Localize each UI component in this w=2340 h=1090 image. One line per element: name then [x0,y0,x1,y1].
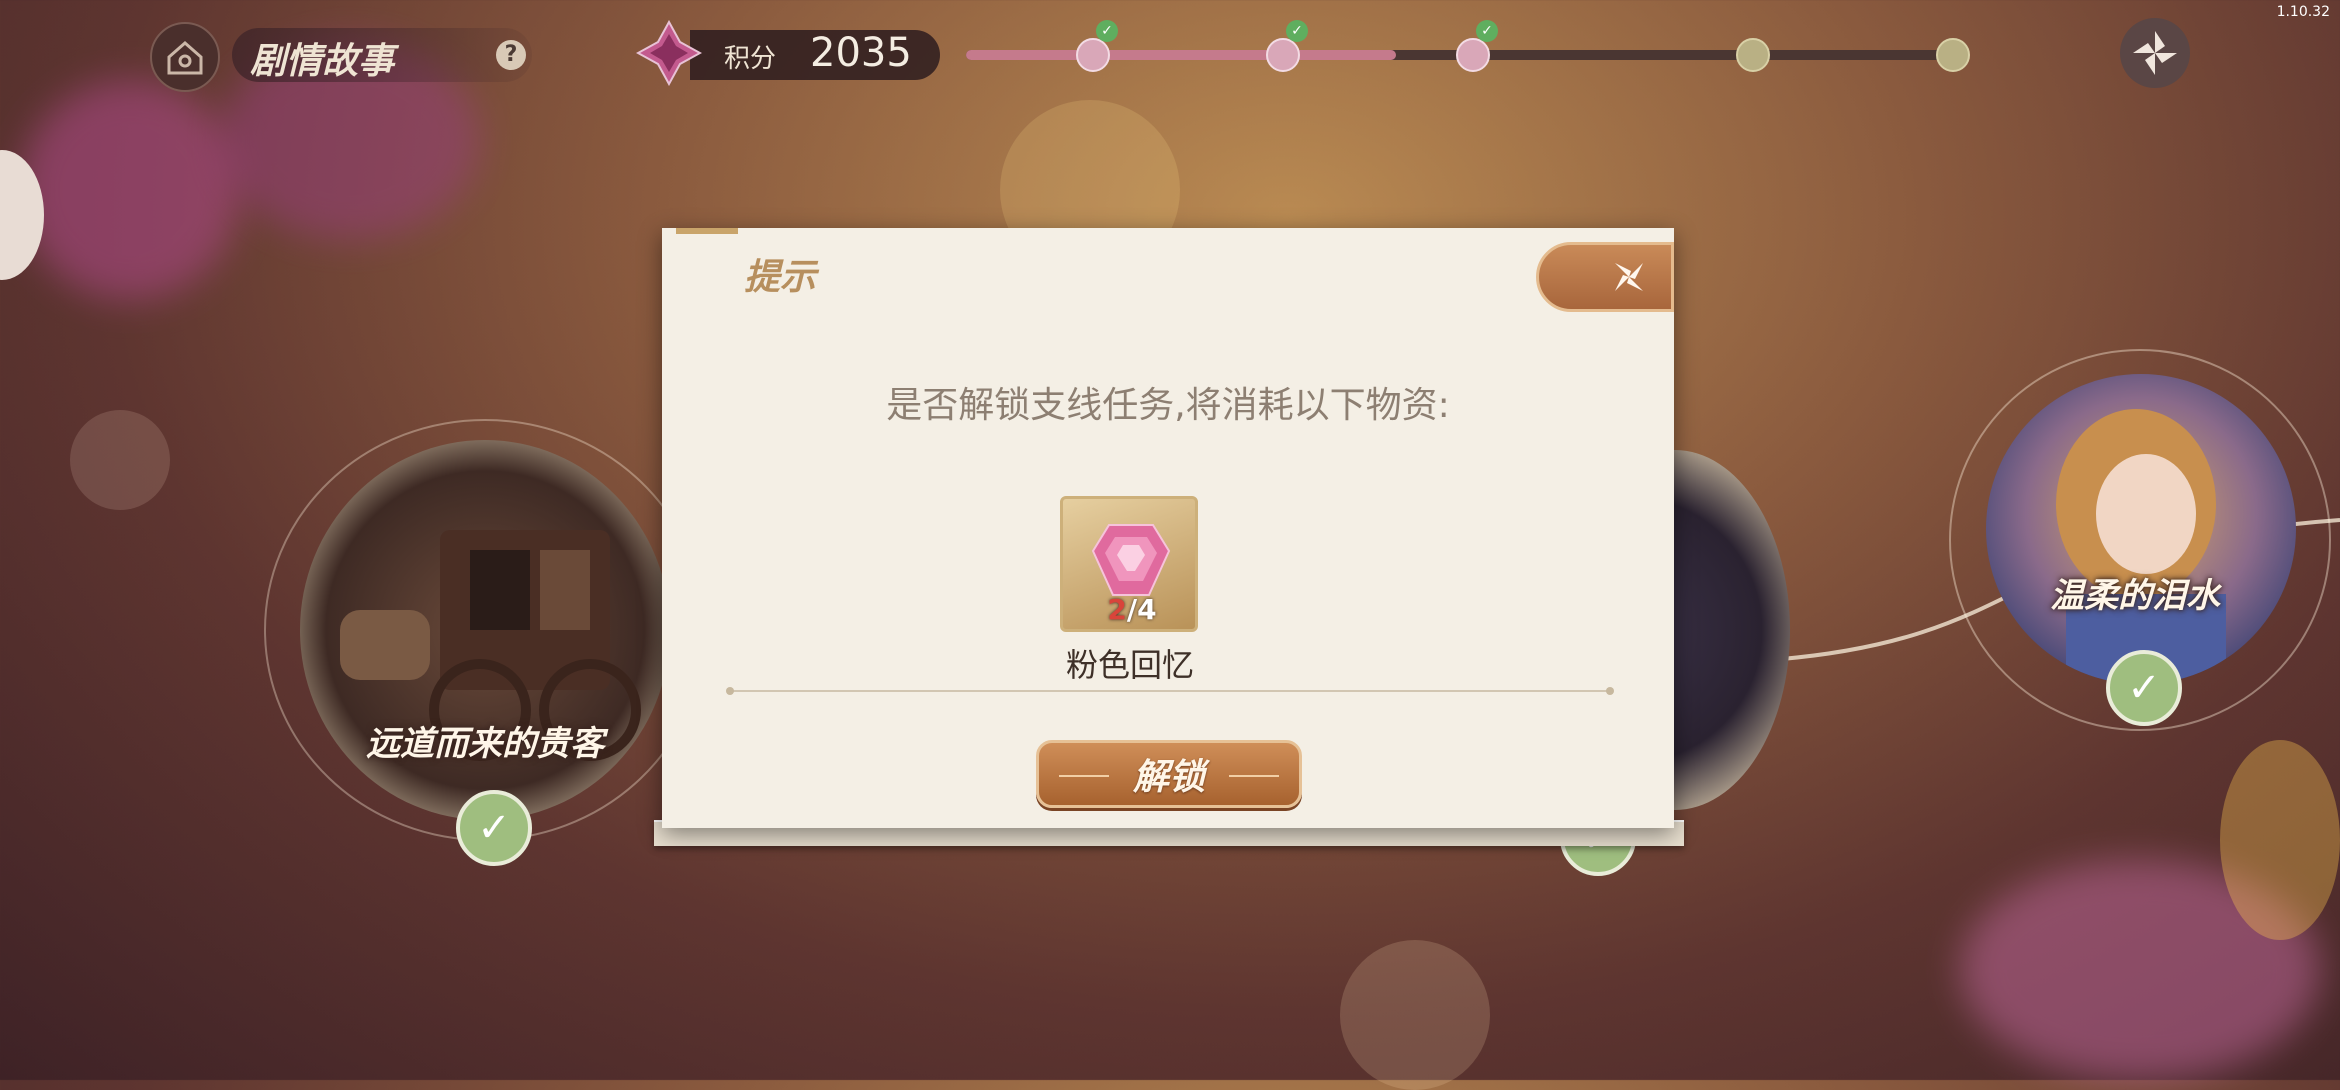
button-ornament [1229,775,1279,777]
button-ornament [1059,775,1109,777]
cost-item-slot[interactable]: 2/4 [1060,496,1198,632]
unlock-button-label: 解锁 [1132,757,1205,798]
unlock-button[interactable]: 解锁 [1036,740,1302,808]
dialog-title: 提示 [744,257,817,298]
item-count-have: 2 [1107,593,1127,626]
dialog-divider [726,687,1614,695]
item-count: 2/4 [1063,593,1201,626]
dialog-message: 是否解锁支线任务,将消耗以下物资: [886,385,1450,426]
dialog-tab-accent [676,228,738,234]
close-icon [1615,263,1643,291]
close-button[interactable] [1536,242,1674,312]
item-count-need: /4 [1126,593,1157,626]
item-name: 粉色回忆 [1065,646,1194,684]
pink-gem-icon [1091,524,1171,596]
